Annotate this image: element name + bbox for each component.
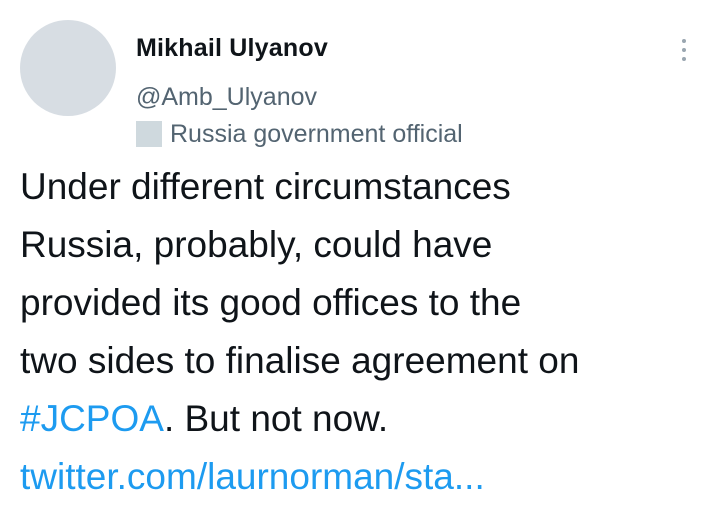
government-label-text: Russia government official	[170, 119, 463, 148]
tweet-text-line: #JCPOA. But not now.	[20, 390, 710, 448]
author-handle[interactable]: @Amb_Ulyanov	[136, 83, 317, 112]
tweet-text-fragment: . But not now.	[163, 398, 389, 439]
more-vertical-icon	[682, 48, 686, 52]
tweet-text: Under different circumstances Russia, pr…	[20, 158, 710, 506]
more-options-button[interactable]	[668, 32, 700, 68]
url-link[interactable]: twitter.com/laurnorman/sta...	[20, 456, 485, 497]
flag-icon	[136, 121, 162, 147]
avatar[interactable]	[20, 20, 116, 116]
government-label[interactable]: Russia government official	[136, 119, 463, 149]
more-vertical-icon	[682, 39, 686, 43]
hashtag-link[interactable]: #JCPOA	[20, 398, 164, 439]
tweet-text-line: provided its good offices to the	[20, 282, 522, 323]
tweet-card: Mikhail Ulyanov @Amb_Ulyanov Russia gove…	[0, 0, 720, 505]
tweet-text-line: two sides to finalise agreement on	[20, 340, 580, 381]
more-vertical-icon	[682, 57, 686, 61]
tweet-text-line: Russia, probably, could have	[20, 224, 493, 265]
tweet-text-line: Under different circumstances	[20, 166, 511, 207]
tweet-text-line: twitter.com/laurnorman/sta...	[20, 448, 710, 506]
author-name[interactable]: Mikhail Ulyanov	[136, 34, 328, 63]
